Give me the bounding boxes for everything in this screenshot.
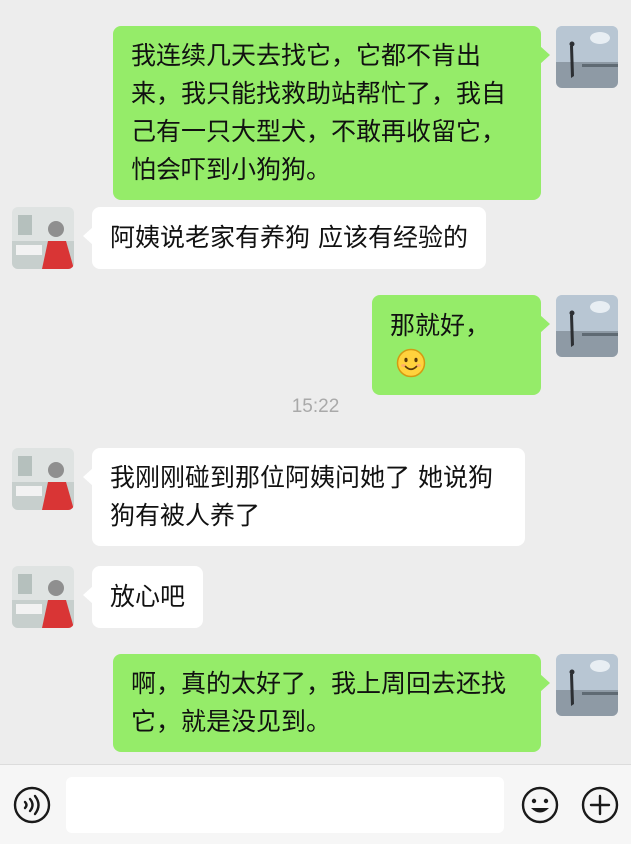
my-avatar[interactable] <box>556 654 618 716</box>
message-bubble-incoming[interactable]: 阿姨说老家有养狗 应该有经验的 <box>83 207 486 269</box>
message-bubble-outgoing[interactable]: 那就好， <box>372 295 550 395</box>
my-avatar[interactable] <box>556 26 618 88</box>
message-bubble-incoming[interactable]: 我刚刚碰到那位阿姨问她了 她说狗狗有被人养了 <box>83 448 525 546</box>
contact-avatar[interactable] <box>12 207 74 269</box>
smiling-face-emoji-icon <box>396 348 426 378</box>
message-bubble-incoming[interactable]: 放心吧 <box>82 566 204 628</box>
message-text: 啊，真的太好了，我上周回去还找它，就是没见到。 <box>131 669 507 736</box>
message-text: 放心吧 <box>110 582 186 611</box>
emoji-icon[interactable] <box>520 785 560 825</box>
voice-icon[interactable] <box>12 785 52 825</box>
message-input[interactable] <box>66 777 504 833</box>
contact-avatar[interactable] <box>12 566 74 628</box>
message-text: 我连续几天去找它，它都不肯出来，我只能找救助站帮忙了，我自己有一只大型犬，不敢再… <box>131 41 507 184</box>
message-bubble-outgoing[interactable]: 我连续几天去找它，它都不肯出来，我只能找救助站帮忙了，我自己有一只大型犬，不敢再… <box>113 26 550 200</box>
message-text: 那就好， <box>390 311 491 340</box>
plus-icon[interactable] <box>580 785 620 825</box>
chat-input-bar <box>0 764 631 844</box>
contact-avatar[interactable] <box>12 448 74 510</box>
my-avatar[interactable] <box>556 295 618 357</box>
chat-area: 我连续几天去找它，它都不肯出来，我只能找救助站帮忙了，我自己有一只大型犬，不敢再… <box>0 0 631 764</box>
message-text: 我刚刚碰到那位阿姨问她了 她说狗狗有被人养了 <box>110 463 493 530</box>
message-text: 阿姨说老家有养狗 应该有经验的 <box>110 223 468 252</box>
message-bubble-outgoing[interactable]: 啊，真的太好了，我上周回去还找它，就是没见到。 <box>113 654 550 752</box>
message-timestamp: 15:22 <box>291 396 340 417</box>
